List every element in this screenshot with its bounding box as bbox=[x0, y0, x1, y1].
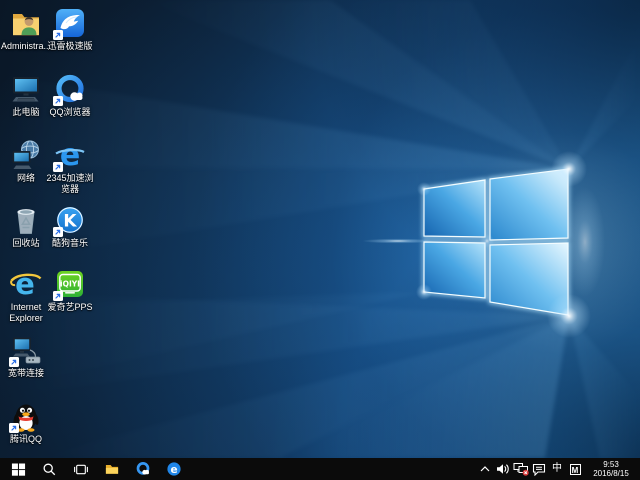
action-center-chat-icon bbox=[532, 463, 546, 476]
taskbar-clock[interactable]: 9:53 2016/8/15 bbox=[587, 460, 635, 478]
shortcut-arrow-icon bbox=[9, 357, 19, 367]
desktop-icon-qq-browser[interactable]: QQ浏览器 bbox=[44, 72, 96, 118]
shortcut-arrow-icon bbox=[53, 30, 63, 40]
show-hidden-icons-button[interactable] bbox=[476, 458, 494, 480]
desktop-icon-2345-browser[interactable]: e 2345加速浏览器 bbox=[44, 138, 96, 194]
2345-browser-icon: e bbox=[166, 461, 182, 477]
search-icon bbox=[42, 462, 57, 477]
qq-browser-icon bbox=[135, 461, 151, 477]
desktop-icon-label: 迅雷极速版 bbox=[44, 41, 96, 52]
svg-text:e: e bbox=[170, 464, 177, 476]
xunlei-icon bbox=[53, 6, 87, 40]
windows-hero-logo-artwork bbox=[0, 0, 640, 458]
internet-explorer-icon: e bbox=[9, 267, 43, 301]
qq-browser-taskbar-button[interactable] bbox=[127, 458, 158, 480]
desktop-icon-label: QQ浏览器 bbox=[44, 107, 96, 118]
desktop-icon-tencent-qq[interactable]: 腾讯QQ bbox=[0, 399, 52, 445]
file-explorer-button[interactable] bbox=[96, 458, 127, 480]
shortcut-arrow-icon bbox=[9, 423, 19, 433]
this-pc-icon bbox=[9, 72, 43, 106]
task-view-button[interactable] bbox=[65, 458, 96, 480]
desktop-icon-label: 宽带连接 bbox=[0, 368, 52, 379]
system-tray: 中 M 9:53 2016/8/15 bbox=[476, 458, 640, 480]
svg-text:e: e bbox=[15, 267, 35, 301]
qq-browser-icon bbox=[53, 72, 87, 106]
shortcut-arrow-icon bbox=[53, 96, 63, 106]
network-disconnected-icon bbox=[513, 462, 529, 476]
svg-text:K: K bbox=[63, 212, 77, 232]
taskbar-buttons: e bbox=[3, 458, 189, 480]
broadband-connection-icon bbox=[9, 333, 43, 367]
ime-badge: M bbox=[570, 464, 581, 475]
windows-desktop-screen: Administra... 此电脑 bbox=[0, 0, 640, 480]
start-button[interactable] bbox=[3, 458, 34, 480]
taskbar: e bbox=[0, 458, 640, 480]
2345-browser-icon: e bbox=[53, 138, 87, 172]
desktop-icon-label: 2345加速浏览器 bbox=[44, 173, 96, 194]
desktop-icon-broadband-connection[interactable]: 宽带连接 bbox=[0, 333, 52, 379]
iqiyi-pps-icon: iQIYI bbox=[53, 267, 87, 301]
chevron-up-icon bbox=[480, 466, 490, 472]
desktop-icon-kugou-music[interactable]: K 酷狗音乐 bbox=[44, 203, 96, 249]
network-icon bbox=[9, 138, 43, 172]
ime-language-mode-button[interactable]: 中 bbox=[548, 458, 566, 480]
recycle-bin-icon bbox=[9, 203, 43, 237]
task-view-icon bbox=[73, 462, 89, 477]
desktop-wallpaper: Administra... 此电脑 bbox=[0, 0, 640, 458]
tencent-qq-icon bbox=[9, 399, 43, 433]
kugou-music-icon: K bbox=[53, 203, 87, 237]
desktop-icon-label: 爱奇艺PPS bbox=[44, 302, 96, 313]
clock-time: 9:53 bbox=[587, 460, 635, 469]
2345-browser-taskbar-button[interactable]: e bbox=[158, 458, 189, 480]
volume-button[interactable] bbox=[494, 458, 512, 480]
desktop-icon-iqiyi-pps[interactable]: iQIYI 爱奇艺PPS bbox=[44, 267, 96, 313]
shortcut-arrow-icon bbox=[53, 291, 63, 301]
desktop-icon-label: 腾讯QQ bbox=[0, 434, 52, 445]
svg-text:iQIYI: iQIYI bbox=[60, 280, 80, 289]
clock-date: 2016/8/15 bbox=[587, 469, 635, 478]
desktop-icon-xunlei[interactable]: 迅雷极速版 bbox=[44, 6, 96, 52]
file-explorer-icon bbox=[104, 462, 120, 477]
shortcut-arrow-icon bbox=[53, 162, 63, 172]
administrator-folder-icon bbox=[9, 6, 43, 40]
ime-input-method-button[interactable]: M bbox=[566, 458, 584, 480]
action-center-button[interactable] bbox=[530, 458, 548, 480]
shortcut-arrow-icon bbox=[53, 227, 63, 237]
search-button[interactable] bbox=[34, 458, 65, 480]
speaker-icon bbox=[496, 463, 510, 475]
desktop-icon-label: 酷狗音乐 bbox=[44, 238, 96, 249]
windows-logo-icon bbox=[11, 462, 26, 477]
network-status-button[interactable] bbox=[512, 458, 530, 480]
